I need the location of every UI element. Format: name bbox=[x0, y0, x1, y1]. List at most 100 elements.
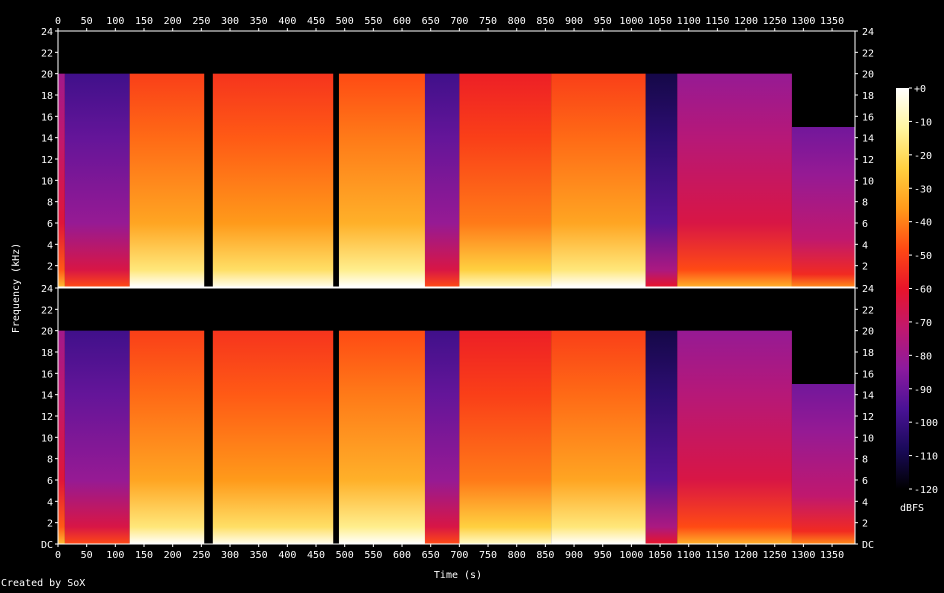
y-tick-label-right: 24 bbox=[862, 284, 874, 295]
y-tick-label-right: 6 bbox=[862, 219, 868, 230]
x-ticks-bottom: 0 50 100 150 200 250 300 350 400 450 500 550 600 650 7… bbox=[55, 544, 844, 561]
x-tick-label-bottom: 150 bbox=[135, 550, 153, 561]
y-tick-label-right: 16 bbox=[862, 369, 874, 380]
y-tick-label-right: 8 bbox=[862, 198, 868, 209]
x-tick-label-bottom: 900 bbox=[565, 550, 583, 561]
spectrogram-segment bbox=[64, 330, 130, 544]
y-tick-label-left: 6 bbox=[47, 219, 53, 230]
y-tick-label-right: 20 bbox=[862, 70, 874, 81]
colorbar: +0 -10 -20 -30 -40 -50 -60 -70 -80 -90 -100 -110 -12… bbox=[896, 84, 938, 496]
y-tick-label-right: 22 bbox=[862, 305, 874, 316]
y-tick-label-left: 18 bbox=[41, 348, 53, 359]
x-tick-label-top: 300 bbox=[221, 16, 239, 27]
y-tick-label-right: 12 bbox=[862, 155, 874, 166]
y-tick-label-left: 22 bbox=[41, 48, 53, 59]
colorbar-tick-label: -110 bbox=[914, 452, 938, 463]
y-tick-label-right: 22 bbox=[862, 48, 874, 59]
y-tick-label-left: 6 bbox=[47, 476, 53, 487]
y-tick-label-right: 6 bbox=[862, 476, 868, 487]
x-tick-label-top: 1300 bbox=[791, 16, 815, 27]
y-tick-label-right: 4 bbox=[862, 497, 868, 508]
y-tick-label-left: 2 bbox=[47, 262, 53, 273]
x-tick-label-top: 1100 bbox=[677, 16, 701, 27]
colorbar-tick-label: +0 bbox=[914, 84, 926, 95]
y-tick-label-left: 20 bbox=[41, 70, 53, 81]
x-tick-label-bottom: 1200 bbox=[734, 550, 758, 561]
x-tick-label-top: 400 bbox=[278, 16, 296, 27]
y-tick-label-left: 8 bbox=[47, 198, 53, 209]
y-tick-label-left: 12 bbox=[41, 155, 53, 166]
y-ticks-right: 24681012141618202224DC246810121416182022… bbox=[855, 27, 874, 551]
y-tick-label-right: 14 bbox=[862, 134, 874, 145]
x-tick-label-top: 850 bbox=[536, 16, 554, 27]
y-tick-label-left: 10 bbox=[41, 433, 53, 444]
spectrogram-segment bbox=[338, 330, 425, 544]
x-ticks-top: 0 50 100 150 200 250 300 350 400 450 500 550 600 650 7… bbox=[55, 16, 844, 31]
colorbar-label: dBFS bbox=[900, 503, 924, 514]
x-tick-label-top: 750 bbox=[479, 16, 497, 27]
colorbar-scale bbox=[896, 88, 909, 489]
colorbar-tick-label: -20 bbox=[914, 151, 932, 162]
spectrogram-segment bbox=[677, 73, 792, 288]
y-tick-label-left: 16 bbox=[41, 369, 53, 380]
y-tick-label-right: 10 bbox=[862, 433, 874, 444]
y-tick-label-right: 8 bbox=[862, 455, 868, 466]
spectrogram-segment bbox=[58, 330, 65, 544]
spectrogram-plots bbox=[57, 30, 856, 545]
y-ticks-left: 24681012141618202224DC246810121416182022… bbox=[41, 27, 58, 551]
y-tick-label-right: 24 bbox=[862, 27, 874, 38]
colorbar-tick-label: -40 bbox=[914, 218, 932, 229]
spectrogram-segment bbox=[424, 330, 460, 544]
spectrogram-segment bbox=[212, 330, 334, 544]
spectrogram-segment bbox=[338, 73, 425, 288]
spectrogram-segment bbox=[791, 384, 855, 544]
spectrogram-segment bbox=[645, 73, 678, 288]
y-tick-label-left: 8 bbox=[47, 455, 53, 466]
x-tick-label-top: 1050 bbox=[648, 16, 672, 27]
x-tick-label-bottom: 550 bbox=[364, 550, 382, 561]
colorbar-tick-label: -80 bbox=[914, 351, 932, 362]
colorbar-tick-label: -60 bbox=[914, 285, 932, 296]
x-tick-label-top: 1150 bbox=[705, 16, 729, 27]
x-tick-label-top: 500 bbox=[336, 16, 354, 27]
channel-2-panel bbox=[57, 287, 856, 545]
x-tick-label-bottom: 950 bbox=[594, 550, 612, 561]
spectrogram-segment bbox=[58, 73, 65, 288]
x-tick-label-bottom: 1150 bbox=[705, 550, 729, 561]
channel-1-panel bbox=[57, 30, 856, 288]
x-tick-label-top: 0 bbox=[55, 16, 61, 27]
credit-text: Created by SoX bbox=[1, 578, 86, 589]
x-tick-label-bottom: 350 bbox=[250, 550, 268, 561]
colorbar-tick-label: -90 bbox=[914, 385, 932, 396]
x-tick-label-bottom: 0 bbox=[55, 550, 61, 561]
x-axis-label: Time (s) bbox=[434, 570, 482, 581]
x-tick-label-top: 600 bbox=[393, 16, 411, 27]
y-tick-label-left: 14 bbox=[41, 134, 53, 145]
y-tick-label-left: DC bbox=[41, 540, 53, 551]
x-tick-label-top: 1200 bbox=[734, 16, 758, 27]
spectrogram-chart: 0 50 100 150 200 250 300 350 400 450 500 550 600 650 7… bbox=[11, 16, 938, 581]
spectrogram-segment bbox=[459, 73, 552, 288]
x-tick-label-top: 100 bbox=[106, 16, 124, 27]
x-tick-label-top: 250 bbox=[192, 16, 210, 27]
x-tick-label-bottom: 50 bbox=[81, 550, 93, 561]
y-tick-label-right: 2 bbox=[862, 519, 868, 530]
x-tick-label-bottom: 1050 bbox=[648, 550, 672, 561]
x-tick-label-bottom: 1300 bbox=[791, 550, 815, 561]
spectrogram-segment bbox=[459, 330, 552, 544]
spectrogram-segment bbox=[424, 73, 460, 288]
x-tick-label-top: 200 bbox=[164, 16, 182, 27]
spectrogram-segment bbox=[551, 330, 646, 544]
spectrogram-segment bbox=[791, 127, 855, 287]
spectrogram-segment bbox=[64, 73, 130, 288]
x-tick-label-bottom: 1250 bbox=[763, 550, 787, 561]
x-tick-label-bottom: 750 bbox=[479, 550, 497, 561]
spectrogram-segment bbox=[677, 330, 792, 544]
y-tick-label-left: 12 bbox=[41, 412, 53, 423]
x-tick-label-top: 350 bbox=[250, 16, 268, 27]
colorbar-tick-label: -120 bbox=[914, 485, 938, 496]
x-tick-label-bottom: 1000 bbox=[619, 550, 643, 561]
x-tick-label-top: 1350 bbox=[820, 16, 844, 27]
x-tick-label-bottom: 250 bbox=[192, 550, 210, 561]
y-tick-label-left: 24 bbox=[41, 284, 53, 295]
